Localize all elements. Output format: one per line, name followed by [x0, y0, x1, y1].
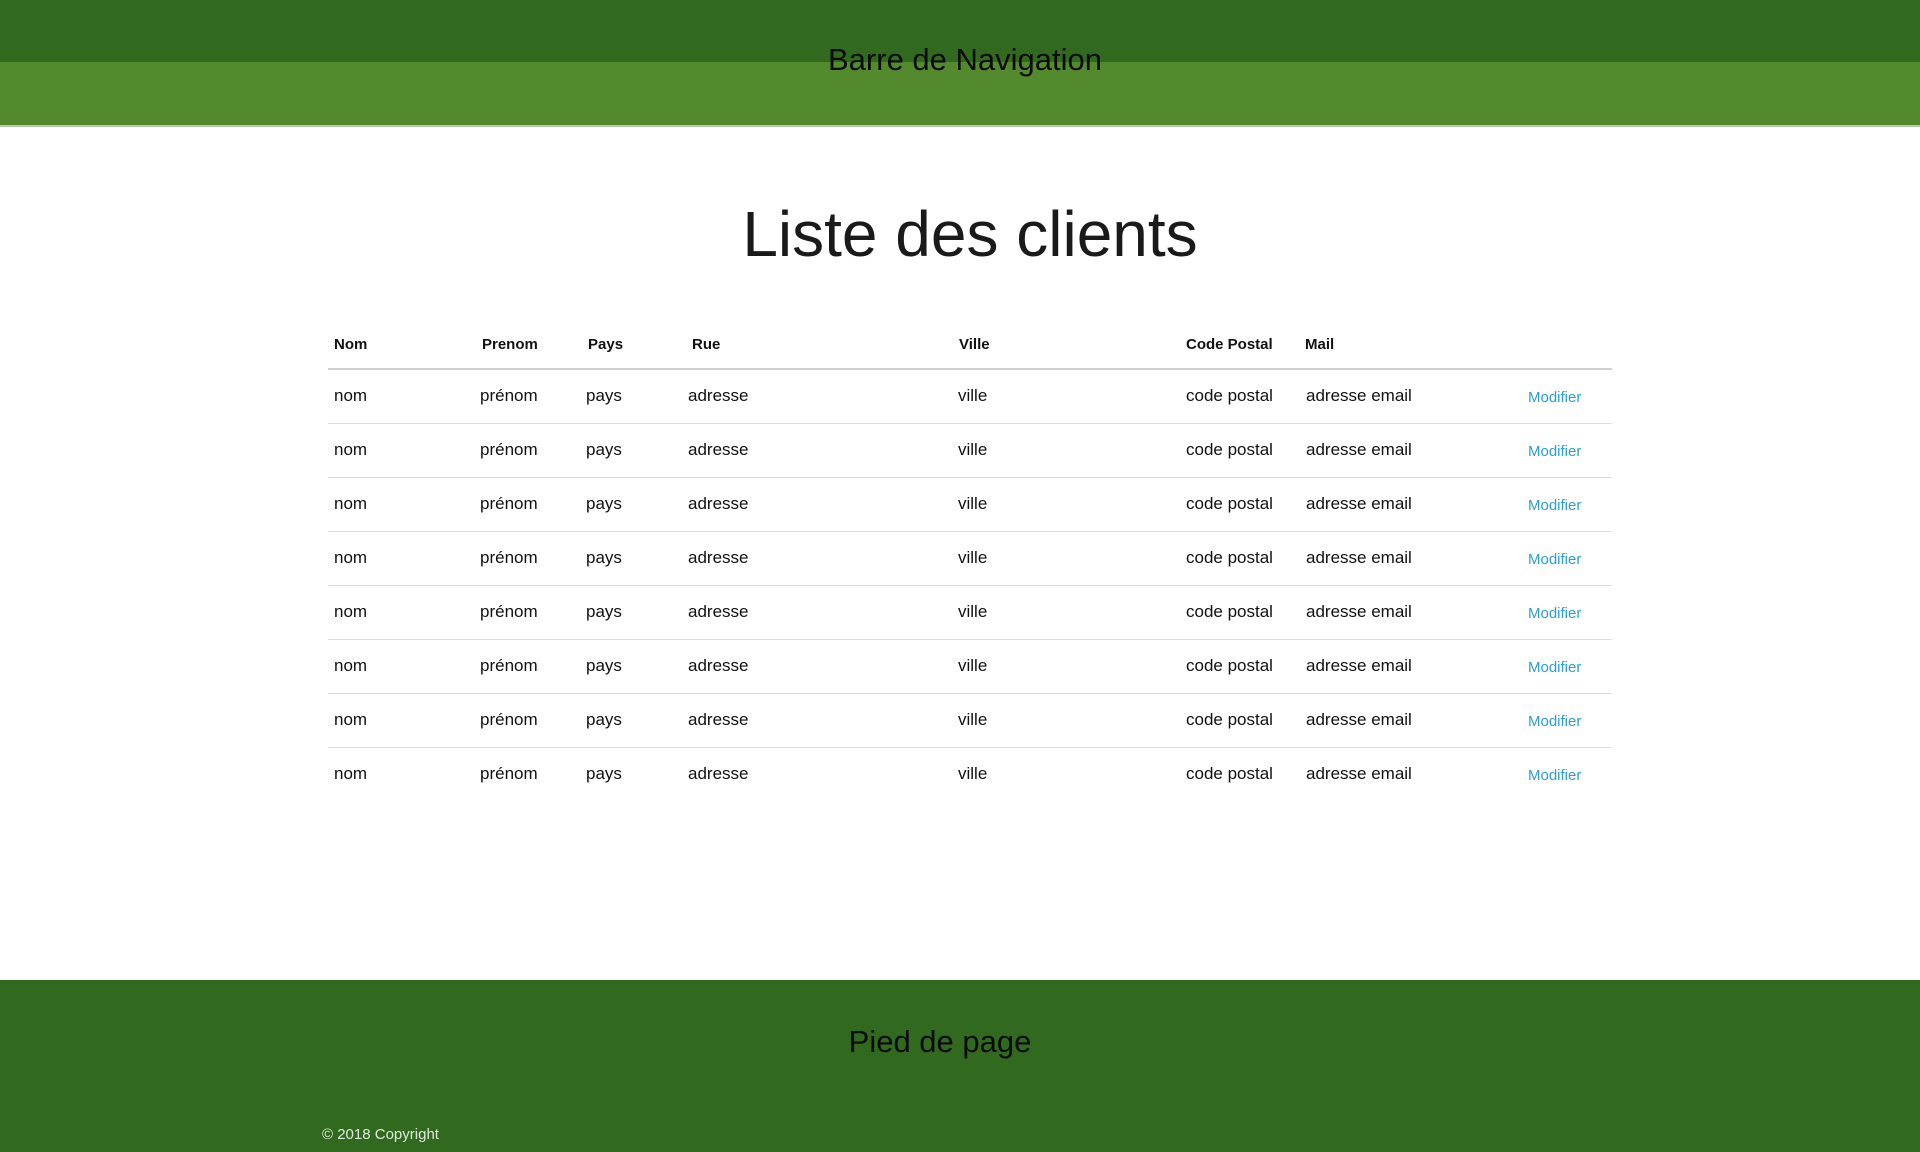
cell-mail: adresse email	[1306, 656, 1412, 675]
cell-mail: adresse email	[1306, 440, 1412, 459]
cell-pays: pays	[586, 710, 622, 729]
cell-ville: ville	[958, 494, 988, 513]
table-row: nom prénom pays adresse ville code postal adre…	[328, 694, 1612, 748]
cell-rue: adresse	[688, 440, 749, 459]
cell-rue: adresse	[688, 548, 749, 567]
cell-rue: adresse	[688, 494, 749, 513]
cell-rue: adresse	[688, 386, 749, 405]
header-rue: Rue	[692, 336, 721, 353]
table-row: nom prénom pays adresse ville code postal adre…	[328, 532, 1612, 586]
table-header: Nom Prenom Pays Rue Ville Code Postal Ma…	[328, 326, 1612, 370]
cell-nom: nom	[334, 440, 368, 459]
cell-rue: adresse	[688, 764, 749, 783]
cell-ville: ville	[958, 710, 988, 729]
cell-code-postal: code postal	[1186, 710, 1273, 729]
header-code-postal: Code Postal	[1186, 336, 1273, 353]
cell-code-postal: code postal	[1186, 602, 1273, 621]
header-prenom: Prenom	[482, 336, 538, 353]
cell-mail: adresse email	[1306, 386, 1412, 405]
cell-prenom: prénom	[480, 764, 538, 783]
footer: Pied de page © 2018 Copyright	[0, 980, 1920, 1152]
cell-pays: pays	[586, 656, 622, 675]
cell-prenom: prénom	[480, 440, 538, 459]
cell-pays: pays	[586, 386, 622, 405]
navigation-bar: Barre de Navigation	[0, 0, 1920, 127]
cell-code-postal: code postal	[1186, 656, 1273, 675]
cell-rue: adresse	[688, 602, 749, 621]
cell-ville: ville	[958, 764, 988, 783]
cell-nom: nom	[334, 602, 368, 621]
header-nom: Nom	[334, 336, 368, 353]
cell-mail: adresse email	[1306, 710, 1412, 729]
cell-nom: nom	[334, 494, 368, 513]
cell-pays: pays	[586, 494, 622, 513]
modifier-link[interactable]: Modifier	[1528, 659, 1581, 676]
cell-nom: nom	[334, 656, 368, 675]
header-ville: Ville	[959, 336, 990, 353]
copyright-text: © 2018 Copyright	[322, 1126, 439, 1143]
footer-title: Pied de page	[848, 1024, 1032, 1059]
cell-mail: adresse email	[1306, 494, 1412, 513]
table-row: nom prénom pays adresse ville code postal adre…	[328, 640, 1612, 694]
cell-pays: pays	[586, 764, 622, 783]
cell-nom: nom	[334, 386, 368, 405]
cell-nom: nom	[334, 764, 368, 783]
table-body: nom prénom pays adresse ville code postal adre…	[328, 370, 1612, 801]
cell-code-postal: code postal	[1186, 386, 1273, 405]
cell-mail: adresse email	[1306, 602, 1412, 621]
table-row: nom prénom pays adresse ville code postal adre…	[328, 478, 1612, 532]
navbar-title: Barre de Navigation	[828, 42, 1102, 77]
cell-rue: adresse	[688, 656, 749, 675]
cell-nom: nom	[334, 548, 368, 567]
cell-prenom: prénom	[480, 386, 538, 405]
cell-ville: ville	[958, 656, 988, 675]
cell-ville: ville	[958, 440, 988, 459]
modifier-link[interactable]: Modifier	[1528, 389, 1581, 406]
table-row: nom prénom pays adresse ville code postal adre…	[328, 424, 1612, 478]
cell-nom: nom	[334, 710, 368, 729]
cell-mail: adresse email	[1306, 548, 1412, 567]
cell-prenom: prénom	[480, 494, 538, 513]
modifier-link[interactable]: Modifier	[1528, 551, 1581, 568]
cell-prenom: prénom	[480, 710, 538, 729]
modifier-link[interactable]: Modifier	[1528, 713, 1581, 730]
cell-ville: ville	[958, 548, 988, 567]
cell-prenom: prénom	[480, 602, 538, 621]
table-row: nom prénom pays adresse ville code postal adre…	[328, 748, 1612, 801]
cell-mail: adresse email	[1306, 764, 1412, 783]
header-pays: Pays	[588, 336, 624, 353]
page-title: Liste des clients	[742, 198, 1198, 270]
cell-pays: pays	[586, 548, 622, 567]
cell-code-postal: code postal	[1186, 548, 1273, 567]
modifier-link[interactable]: Modifier	[1528, 443, 1581, 460]
header-mail: Mail	[1305, 336, 1335, 353]
cell-prenom: prénom	[480, 656, 538, 675]
cell-code-postal: code postal	[1186, 494, 1273, 513]
clients-table: Nom Prenom Pays Rue Ville Code Postal Ma…	[328, 326, 1612, 801]
modifier-link[interactable]: Modifier	[1528, 767, 1581, 784]
cell-pays: pays	[586, 440, 622, 459]
cell-prenom: prénom	[480, 548, 538, 567]
cell-ville: ville	[958, 386, 988, 405]
table-row: nom prénom pays adresse ville code postal adre…	[328, 586, 1612, 640]
cell-ville: ville	[958, 602, 988, 621]
cell-rue: adresse	[688, 710, 749, 729]
cell-code-postal: code postal	[1186, 764, 1273, 783]
modifier-link[interactable]: Modifier	[1528, 497, 1581, 514]
cell-code-postal: code postal	[1186, 440, 1273, 459]
table-row: nom prénom pays adresse ville code postal adre…	[328, 370, 1612, 424]
cell-pays: pays	[586, 602, 622, 621]
navbar-shadow	[0, 125, 1920, 127]
modifier-link[interactable]: Modifier	[1528, 605, 1581, 622]
